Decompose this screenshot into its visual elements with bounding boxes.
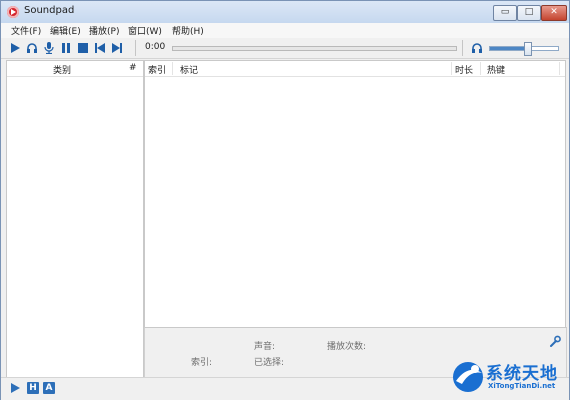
headphones-icon[interactable] bbox=[26, 42, 38, 54]
sound-list[interactable]: 索引 标记 时长 热键 bbox=[144, 60, 566, 328]
column-hotkey[interactable]: 热键 bbox=[487, 63, 505, 76]
toolbar-separator bbox=[462, 40, 463, 56]
selected-info-label: 已选择: bbox=[254, 358, 285, 368]
time-display: 0:00 bbox=[145, 42, 166, 52]
microphone-icon[interactable] bbox=[43, 42, 55, 54]
category-count-header[interactable]: # bbox=[129, 63, 137, 73]
column-divider[interactable] bbox=[172, 62, 173, 75]
volume-fill bbox=[490, 47, 528, 50]
column-tag[interactable]: 标记 bbox=[180, 63, 198, 76]
column-duration[interactable]: 时长 bbox=[455, 63, 473, 76]
app-icon bbox=[7, 6, 19, 18]
title-bar[interactable]: Soundpad ▭ □ ✕ bbox=[1, 1, 569, 24]
category-header: 类别 # bbox=[7, 61, 143, 77]
volume-info-label: 声音: bbox=[254, 342, 276, 352]
category-name-header[interactable]: 类别 bbox=[53, 63, 71, 76]
previous-icon[interactable] bbox=[94, 42, 106, 54]
volume-slider[interactable] bbox=[489, 42, 559, 56]
playback-progress-slider[interactable] bbox=[172, 46, 457, 51]
soundpad-window: Soundpad ▭ □ ✕ 文件(F) 编辑(E) 播放(P) 窗口(W) 帮… bbox=[0, 0, 570, 400]
menu-window[interactable]: 窗口(W) bbox=[128, 24, 162, 37]
stop-icon[interactable] bbox=[77, 42, 89, 54]
sound-list-header: 索引 标记 时长 热键 bbox=[145, 61, 565, 77]
index-info-label: 索引: bbox=[191, 358, 213, 368]
watermark-subtext: XiTongTianDi.net bbox=[488, 382, 556, 390]
close-button[interactable]: ✕ bbox=[541, 5, 567, 21]
maximize-button[interactable]: □ bbox=[517, 5, 541, 21]
pause-icon[interactable] bbox=[60, 42, 72, 54]
next-icon[interactable] bbox=[111, 42, 123, 54]
play-count-label: 播放次数: bbox=[327, 342, 367, 352]
headphones-icon[interactable] bbox=[471, 42, 483, 54]
watermark-emblem-icon bbox=[453, 362, 483, 392]
menu-file[interactable]: 文件(F) bbox=[11, 24, 41, 37]
minimize-button[interactable]: ▭ bbox=[493, 5, 517, 21]
menu-help[interactable]: 帮助(H) bbox=[172, 24, 204, 37]
volume-thumb[interactable] bbox=[524, 42, 533, 56]
wrench-icon[interactable] bbox=[549, 335, 561, 347]
menu-edit[interactable]: 编辑(E) bbox=[50, 24, 81, 37]
toolbar: 0:00 bbox=[1, 38, 569, 59]
play-icon[interactable] bbox=[9, 382, 21, 394]
play-icon[interactable] bbox=[9, 42, 21, 54]
menu-bar: 文件(F) 编辑(E) 播放(P) 窗口(W) 帮助(H) bbox=[1, 23, 569, 38]
watermark-logo: 系统天地 XiTongTianDi.net bbox=[448, 356, 568, 398]
watermark-text: 系统天地 bbox=[486, 364, 558, 384]
window-title: Soundpad bbox=[24, 5, 75, 16]
column-index[interactable]: 索引 bbox=[148, 63, 166, 76]
menu-play[interactable]: 播放(P) bbox=[89, 24, 119, 37]
hotkeys-toggle-button[interactable]: H bbox=[27, 382, 39, 394]
column-divider[interactable] bbox=[451, 62, 452, 75]
column-divider[interactable] bbox=[559, 62, 560, 75]
toolbar-separator bbox=[135, 40, 136, 56]
column-divider[interactable] bbox=[480, 62, 481, 75]
category-list[interactable]: 类别 # bbox=[6, 60, 144, 378]
autoplay-toggle-button[interactable]: A bbox=[43, 382, 55, 394]
